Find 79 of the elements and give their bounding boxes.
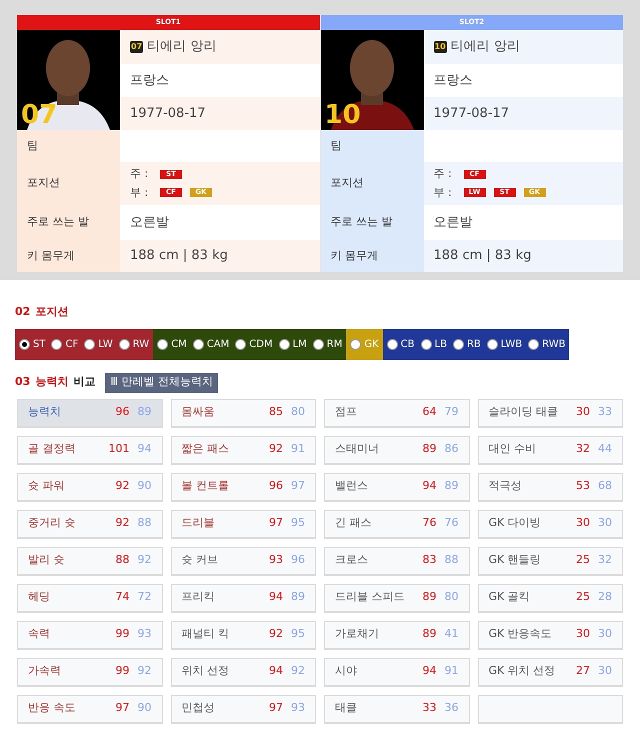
stat-item[interactable]: 패널티 킥 92 95 xyxy=(170,620,316,650)
size-value: 188 cm | 83 kg xyxy=(434,247,532,266)
position-radio[interactable]: CDM xyxy=(235,336,273,352)
section-number: 03 xyxy=(15,374,30,390)
row-label: 팀 xyxy=(27,138,38,154)
stat-item[interactable]: 몸싸움 85 80 xyxy=(170,398,316,428)
position-radio[interactable]: LWB xyxy=(486,336,522,352)
stat-item[interactable]: 속력 99 93 xyxy=(17,620,162,650)
stat-item[interactable]: 대인 수비 32 44 xyxy=(478,436,623,464)
position-radio[interactable]: CF xyxy=(51,336,78,352)
player-name: 티에리 앙리 xyxy=(450,38,520,56)
position-radio[interactable]: RWB xyxy=(528,336,566,352)
position-radio[interactable]: CAM xyxy=(192,336,230,352)
position-radio[interactable]: RM xyxy=(312,336,342,352)
number-badge: 10 xyxy=(434,41,447,53)
stat-item[interactable]: GK 다이빙 30 30 xyxy=(478,510,623,538)
stat-item[interactable]: 가속력 99 92 xyxy=(17,658,162,686)
position-radio[interactable]: LW xyxy=(84,336,113,352)
stat-item[interactable]: 점프 64 79 xyxy=(324,398,470,428)
stat-item[interactable]: 긴 패스 76 76 xyxy=(324,510,470,538)
stat-item[interactable]: 드리블 스피드 89 80 xyxy=(324,584,470,612)
section-number: 02 xyxy=(15,304,30,320)
stat-item[interactable]: 슛 파워 92 90 xyxy=(17,472,162,502)
row-label: 포지션 xyxy=(27,175,60,192)
birth-date: 1977-08-17 xyxy=(130,104,206,123)
row-label: 키 몸무게 xyxy=(27,248,74,264)
main-position-label: 주 : xyxy=(434,166,453,182)
row-label: 주로 쓰는 발 xyxy=(330,214,392,230)
stat-item[interactable]: 스태미너 89 86 xyxy=(324,436,470,464)
stat-item[interactable]: GK 골킥 25 28 xyxy=(478,584,623,612)
stat-item[interactable]: 볼 컨트롤 96 97 xyxy=(170,472,316,502)
stat-item[interactable]: 위치 선정 94 92 xyxy=(170,658,316,686)
stat-item[interactable]: 프리킥 94 89 xyxy=(170,584,316,612)
position-radio[interactable]: LM xyxy=(278,336,307,352)
country: 프랑스 xyxy=(130,72,169,90)
position-radio[interactable]: CM xyxy=(157,336,187,352)
position-radio[interactable]: RW xyxy=(118,336,150,352)
birth-date: 1977-08-17 xyxy=(434,104,510,123)
stat-item[interactable]: GK 위치 선정 27 30 xyxy=(478,658,623,686)
stat-item[interactable]: 반응 속도 97 90 xyxy=(17,694,162,724)
position-radio[interactable]: LB xyxy=(420,336,447,352)
country: 프랑스 xyxy=(434,72,472,90)
sub-position-label: 부 : xyxy=(130,184,150,200)
full-stats-button[interactable]: Ⅲ 만레벨 전체능력치 xyxy=(105,372,218,392)
size-value: 188 cm | 83 kg xyxy=(130,247,229,266)
stat-item[interactable]: 가로채기 89 41 xyxy=(324,620,470,650)
sub-position-label: 부 : xyxy=(434,184,453,200)
player-name: 티에리 앙리 xyxy=(147,38,216,56)
stat-item[interactable]: 능력치 96 89 xyxy=(17,398,162,428)
stat-item[interactable]: 슛 커브 93 96 xyxy=(170,546,316,576)
stat-item[interactable]: 발리 슛 88 92 xyxy=(17,546,162,576)
section-title: 능력치 xyxy=(35,374,68,390)
stat-item[interactable]: 민첩성 97 93 xyxy=(170,694,316,724)
stat-item[interactable]: 크로스 83 88 xyxy=(324,546,470,576)
stat-item[interactable]: 골 결정력 101 94 xyxy=(17,436,162,464)
row-label: 포지션 xyxy=(330,175,364,192)
stat-item[interactable]: 시야 94 91 xyxy=(324,658,470,686)
stat-item[interactable]: 태클 33 36 xyxy=(324,694,470,724)
row-label: 주로 쓰는 발 xyxy=(27,214,89,230)
stat-item[interactable]: GK 핸들링 25 32 xyxy=(478,546,623,576)
stat-item[interactable]: 슬라이딩 태클 30 33 xyxy=(478,398,623,428)
number-badge: 07 xyxy=(130,41,144,53)
stat-item[interactable]: 헤딩 74 72 xyxy=(17,584,162,612)
stat-item[interactable]: GK 반응속도 30 30 xyxy=(478,620,623,650)
stat-item[interactable]: 짧은 패스 92 91 xyxy=(170,436,316,464)
stat-item[interactable]: 적극성 53 68 xyxy=(478,472,623,502)
stat-item[interactable]: 밸런스 94 89 xyxy=(324,472,470,502)
position-radio[interactable]: CB xyxy=(386,336,415,352)
section-suffix: 비교 xyxy=(73,374,96,390)
foot-value: 오른발 xyxy=(130,214,170,232)
position-radio[interactable]: ST xyxy=(19,336,46,352)
foot-value: 오른발 xyxy=(434,214,474,232)
row-label: 팀 xyxy=(330,138,342,154)
main-position-label: 주 : xyxy=(130,166,150,182)
position-radio[interactable]: RB xyxy=(452,336,481,352)
row-label: 키 몸무게 xyxy=(330,248,378,264)
stat-item[interactable]: 드리블 97 95 xyxy=(170,510,316,538)
section-title: 포지션 xyxy=(35,304,68,320)
stat-item[interactable]: 중거리 슛 92 88 xyxy=(17,510,162,538)
